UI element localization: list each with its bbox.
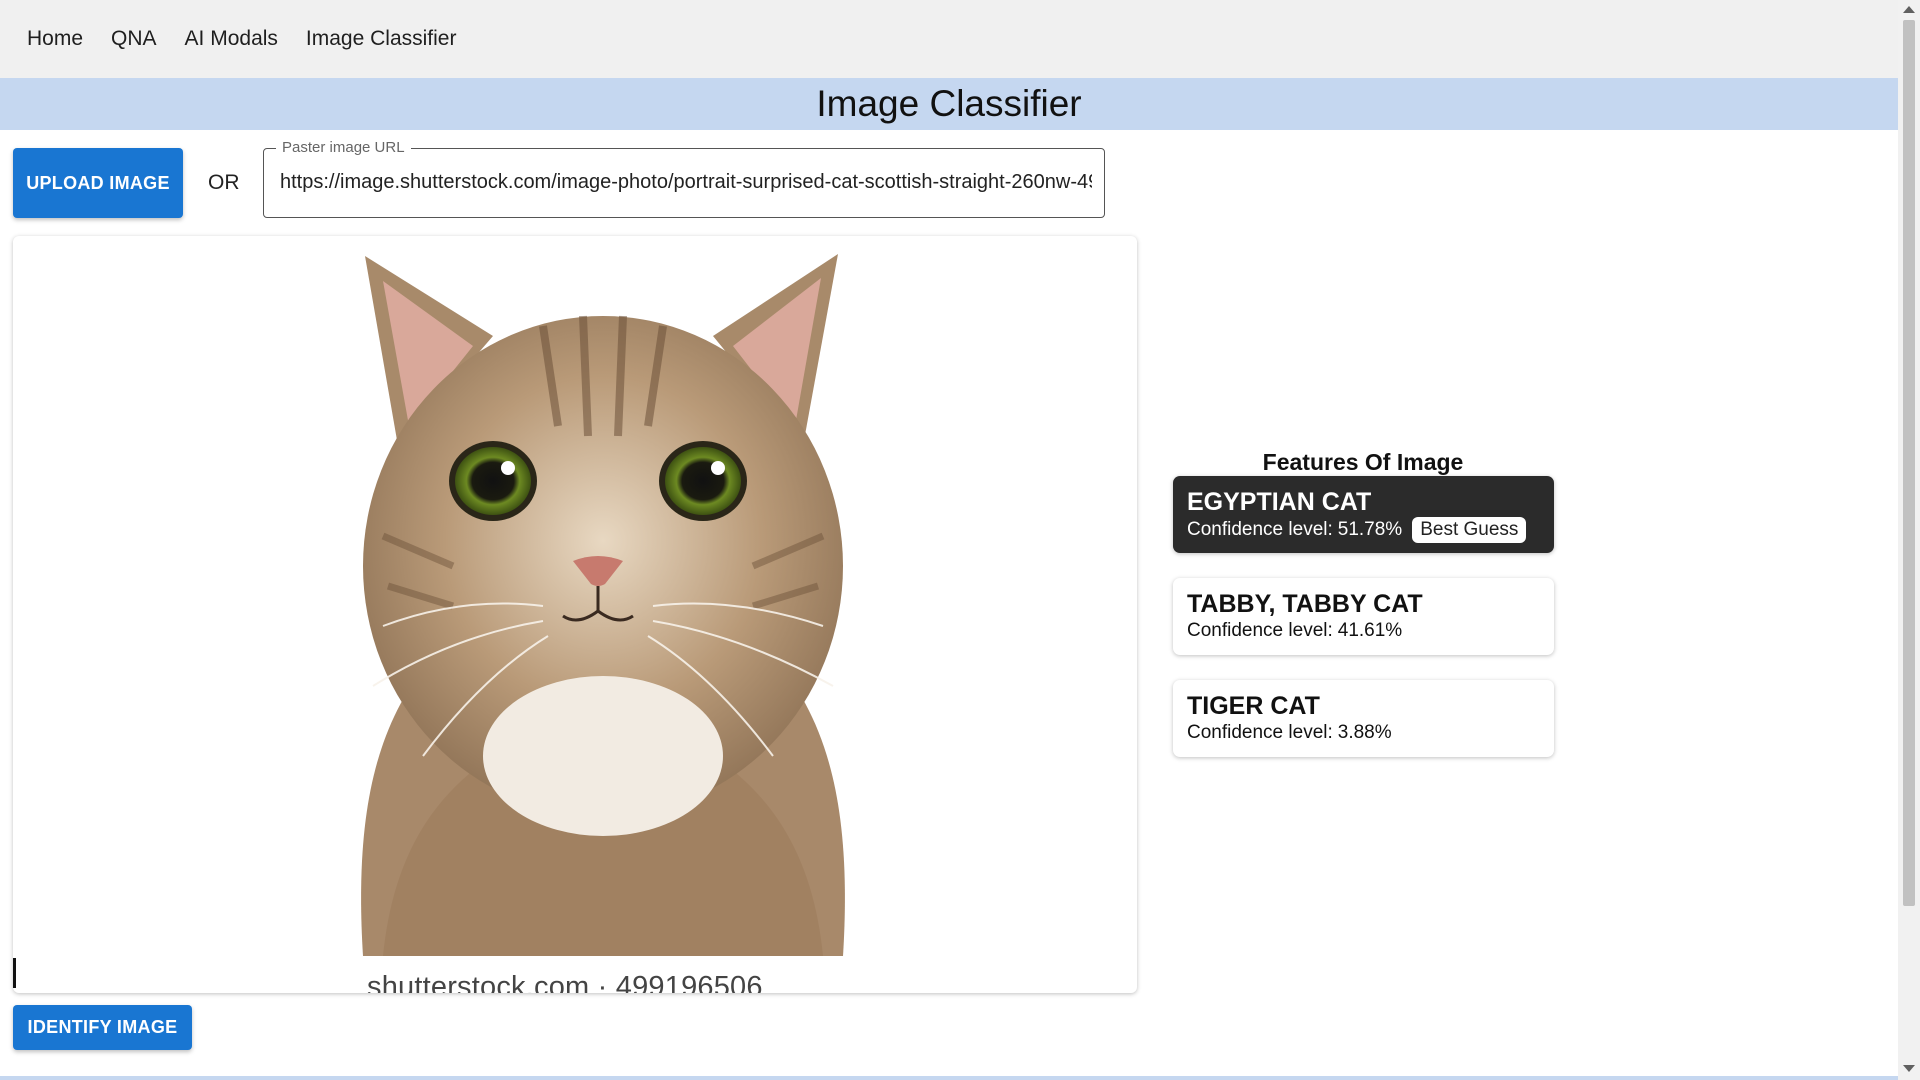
scroll-up-arrow-icon[interactable] bbox=[1903, 6, 1915, 13]
top-nav: Home QNA AI Modals Image Classifier bbox=[0, 0, 1898, 78]
bottom-divider bbox=[0, 1076, 1898, 1080]
title-bar: Image Classifier bbox=[0, 78, 1898, 130]
feature-card-egyptian-cat[interactable]: EGYPTIAN CAT Confidence level: 51.78% Be… bbox=[1173, 476, 1554, 553]
feature-confidence: Confidence level: 51.78% Best Guess bbox=[1187, 517, 1540, 543]
identify-image-button[interactable]: IDENTIFY IMAGE bbox=[13, 1005, 192, 1050]
feature-name: EGYPTIAN CAT bbox=[1187, 488, 1372, 516]
feature-card-tabby-cat[interactable]: TABBY, TABBY CAT Confidence level: 41.61… bbox=[1173, 578, 1554, 655]
nav-item-qna[interactable]: QNA bbox=[111, 27, 157, 51]
or-label: OR bbox=[208, 171, 240, 194]
upload-image-button[interactable]: UPLOAD IMAGE bbox=[13, 148, 183, 218]
scrollbar-thumb[interactable] bbox=[1903, 20, 1915, 906]
feature-name: TABBY, TABBY CAT bbox=[1187, 590, 1423, 618]
image-url-field: Paster image URL bbox=[263, 139, 1105, 218]
best-guess-badge: Best Guess bbox=[1412, 517, 1527, 543]
confidence-label: Confidence level: bbox=[1187, 620, 1333, 641]
image-watermark: shutterstock.com · 499196506 bbox=[367, 971, 763, 993]
nav-item-ai-modals[interactable]: AI Modals bbox=[185, 27, 278, 51]
text-cursor bbox=[13, 958, 16, 988]
image-preview-card: shutterstock.com · 499196506 bbox=[13, 236, 1137, 993]
confidence-value: 51.78% bbox=[1337, 519, 1403, 540]
confidence-value: 41.61% bbox=[1337, 620, 1403, 641]
confidence-label: Confidence level: bbox=[1187, 519, 1333, 540]
feature-confidence: Confidence level: 3.88% bbox=[1187, 721, 1540, 745]
nav-item-image-classifier[interactable]: Image Classifier bbox=[306, 27, 457, 51]
vertical-scrollbar[interactable] bbox=[1898, 0, 1920, 1080]
feature-card-tiger-cat[interactable]: TIGER CAT Confidence level: 3.88% bbox=[1173, 680, 1554, 757]
image-url-input[interactable] bbox=[280, 149, 1092, 215]
confidence-value: 3.88% bbox=[1337, 722, 1392, 743]
feature-confidence: Confidence level: 41.61% bbox=[1187, 619, 1540, 643]
scroll-down-arrow-icon[interactable] bbox=[1903, 1065, 1915, 1072]
feature-name: TIGER CAT bbox=[1187, 692, 1320, 720]
confidence-label: Confidence level: bbox=[1187, 722, 1333, 743]
cat-image bbox=[361, 254, 845, 956]
nav-item-home[interactable]: Home bbox=[27, 27, 83, 51]
page-title: Image Classifier bbox=[816, 83, 1082, 124]
features-title: Features Of Image bbox=[1262, 449, 1464, 475]
